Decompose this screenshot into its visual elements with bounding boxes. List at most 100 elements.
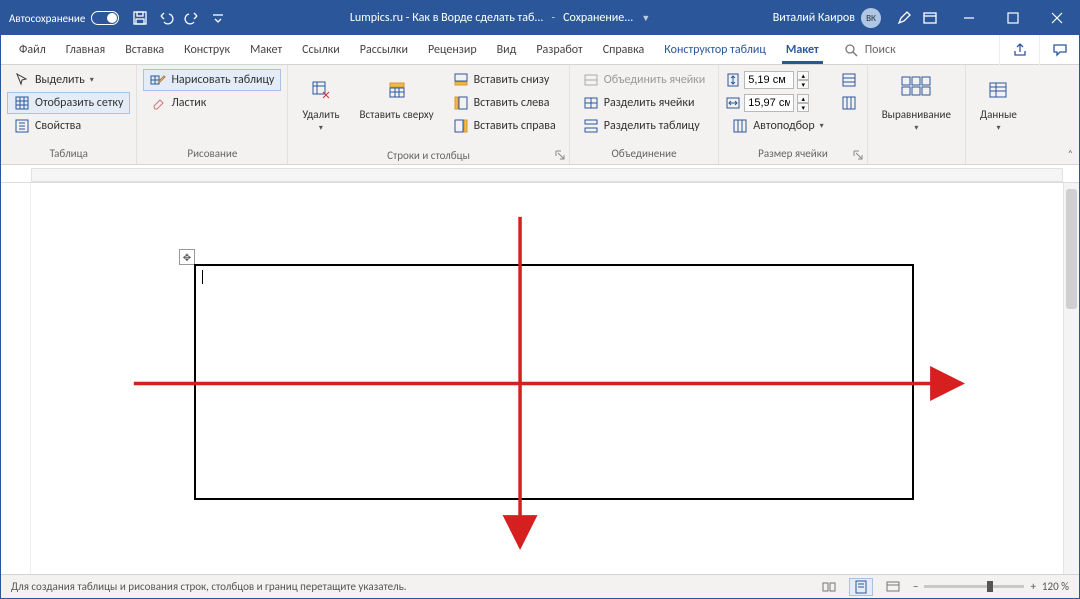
zoom-out-button[interactable]: − xyxy=(913,580,918,593)
undo-button[interactable] xyxy=(157,9,175,27)
comments-button[interactable] xyxy=(1039,35,1079,65)
tab-design[interactable]: Конструк xyxy=(174,35,240,64)
insert-right-button[interactable]: Вставить справа xyxy=(446,115,563,137)
col-width-icon xyxy=(725,95,741,111)
status-hint: Для создания таблицы и рисования строк, … xyxy=(11,580,407,593)
split-table-button[interactable]: Разделить таблицу xyxy=(576,115,712,137)
distribute-rows-button[interactable] xyxy=(837,69,861,91)
scrollbar-thumb[interactable] xyxy=(1066,189,1077,309)
ribbon-display-icon[interactable] xyxy=(921,9,939,27)
properties-button[interactable]: Свойства xyxy=(7,115,130,137)
insert-above-button[interactable]: Вставить сверху xyxy=(352,69,442,147)
autosave-label: Автосохранение xyxy=(9,12,85,25)
row-height-input[interactable] xyxy=(744,71,794,89)
alignment-button[interactable]: Выравнивание ▾ xyxy=(874,69,959,147)
eraser-button[interactable]: Ластик xyxy=(143,92,281,114)
zoom-slider-knob[interactable] xyxy=(987,581,993,592)
insert-right-label: Вставить справа xyxy=(474,119,556,133)
tab-help[interactable]: Справка xyxy=(593,35,655,64)
select-button[interactable]: Выделить ▾ xyxy=(7,69,130,91)
tab-home[interactable]: Главная xyxy=(56,35,115,64)
row-height-field[interactable]: ▴▾ xyxy=(725,69,830,91)
user-name: Виталий Каиров xyxy=(773,11,855,25)
view-web-button[interactable] xyxy=(881,578,905,596)
group-label: Таблица xyxy=(7,145,130,164)
zoom-in-button[interactable]: + xyxy=(1030,580,1035,593)
window-controls xyxy=(947,1,1079,35)
chevron-down-icon: ▾ xyxy=(90,75,94,85)
zoom-level[interactable]: 120 % xyxy=(1042,580,1069,593)
maximize-button[interactable] xyxy=(991,1,1035,35)
collapse-ribbon-icon[interactable]: ˄ xyxy=(1068,147,1073,160)
autosave-toggle[interactable]: Автосохранение xyxy=(9,11,119,25)
tab-references[interactable]: Ссылки xyxy=(292,35,350,64)
insert-left-label: Вставить слева xyxy=(474,96,550,110)
tab-layout[interactable]: Макет xyxy=(240,35,292,64)
insert-below-button[interactable]: Вставить снизу xyxy=(446,69,563,91)
merge-cells-button[interactable]: Объединить ячейки xyxy=(576,69,712,91)
spin-down[interactable]: ▾ xyxy=(797,103,809,112)
drawn-table[interactable] xyxy=(194,264,914,500)
tab-review[interactable]: Рецензир xyxy=(418,35,487,64)
insert-below-icon xyxy=(453,72,469,88)
save-status: Сохранение... xyxy=(563,11,633,25)
insert-left-button[interactable]: Вставить слева xyxy=(446,92,563,114)
autofit-button[interactable]: Автоподбор ▾ xyxy=(725,115,830,137)
minimize-button[interactable] xyxy=(947,1,991,35)
close-button[interactable] xyxy=(1035,1,1079,35)
split-cells-button[interactable]: Разделить ячейки xyxy=(576,92,712,114)
data-label: Данные xyxy=(980,109,1017,122)
view-read-button[interactable] xyxy=(817,578,841,596)
zoom-slider[interactable] xyxy=(924,585,1024,588)
data-icon xyxy=(988,80,1008,100)
avatar: ВК xyxy=(861,8,881,28)
qat-customize-button[interactable] xyxy=(209,9,227,27)
horizontal-ruler[interactable] xyxy=(1,165,1079,183)
tab-view[interactable]: Вид xyxy=(487,35,527,64)
tab-file[interactable]: Файл xyxy=(9,35,56,64)
view-gridlines-button[interactable]: Отобразить сетку xyxy=(7,92,130,114)
share-button[interactable] xyxy=(999,35,1039,65)
group-merge: Объединить ячейки Разделить ячейки Разде… xyxy=(570,65,719,164)
group-label: Рисование xyxy=(143,145,281,164)
view-print-button[interactable] xyxy=(849,578,873,596)
tab-developer[interactable]: Разработ xyxy=(526,35,592,64)
save-button[interactable] xyxy=(131,9,149,27)
col-width-field[interactable]: ▴▾ xyxy=(725,92,830,114)
delete-label: Удалить xyxy=(302,109,339,122)
tab-insert[interactable]: Вставка xyxy=(115,35,174,64)
delete-button[interactable]: Удалить ▾ xyxy=(294,69,347,147)
distribute-cols-button[interactable] xyxy=(837,92,861,114)
col-width-input[interactable] xyxy=(744,94,794,112)
properties-label: Свойства xyxy=(35,119,81,133)
tab-table-layout[interactable]: Макет xyxy=(776,35,829,64)
spin-up[interactable]: ▴ xyxy=(797,94,809,103)
dialog-launcher-icon[interactable] xyxy=(554,149,566,161)
data-button[interactable]: Данные ▾ xyxy=(972,69,1025,147)
dialog-launcher-icon[interactable] xyxy=(852,149,864,161)
distribute-rows-icon xyxy=(841,72,857,88)
document-page[interactable]: ✥ xyxy=(31,183,1063,574)
tab-table-design[interactable]: Конструктор таблиц xyxy=(654,35,776,64)
group-alignment: Выравнивание ▾ xyxy=(868,65,966,164)
table-move-handle-icon[interactable]: ✥ xyxy=(179,249,195,265)
vertical-ruler[interactable] xyxy=(1,183,31,574)
split-cells-icon xyxy=(583,95,599,111)
cursor-icon xyxy=(14,72,30,88)
vertical-scrollbar[interactable] xyxy=(1063,183,1079,574)
draw-table-button[interactable]: Нарисовать таблицу xyxy=(143,69,281,91)
insert-left-icon xyxy=(453,95,469,111)
zoom-controls: − + 120 % xyxy=(913,580,1069,593)
spin-down[interactable]: ▾ xyxy=(797,80,809,89)
group-label: Объединение xyxy=(576,145,712,164)
group-label: Строки и столбцы xyxy=(294,147,562,166)
draw-mode-icon[interactable] xyxy=(895,9,913,27)
search-placeholder: Поиск xyxy=(865,43,896,57)
user-account[interactable]: Виталий Каиров ВК xyxy=(773,8,881,28)
redo-button[interactable] xyxy=(183,9,201,27)
spin-up[interactable]: ▴ xyxy=(797,71,809,80)
title-bar: Автосохранение Lumpics.ru - Как в Ворде … xyxy=(1,1,1079,35)
autofit-icon xyxy=(732,118,748,134)
search-box[interactable]: Поиск xyxy=(829,35,999,64)
tab-mailings[interactable]: Рассылки xyxy=(350,35,418,64)
